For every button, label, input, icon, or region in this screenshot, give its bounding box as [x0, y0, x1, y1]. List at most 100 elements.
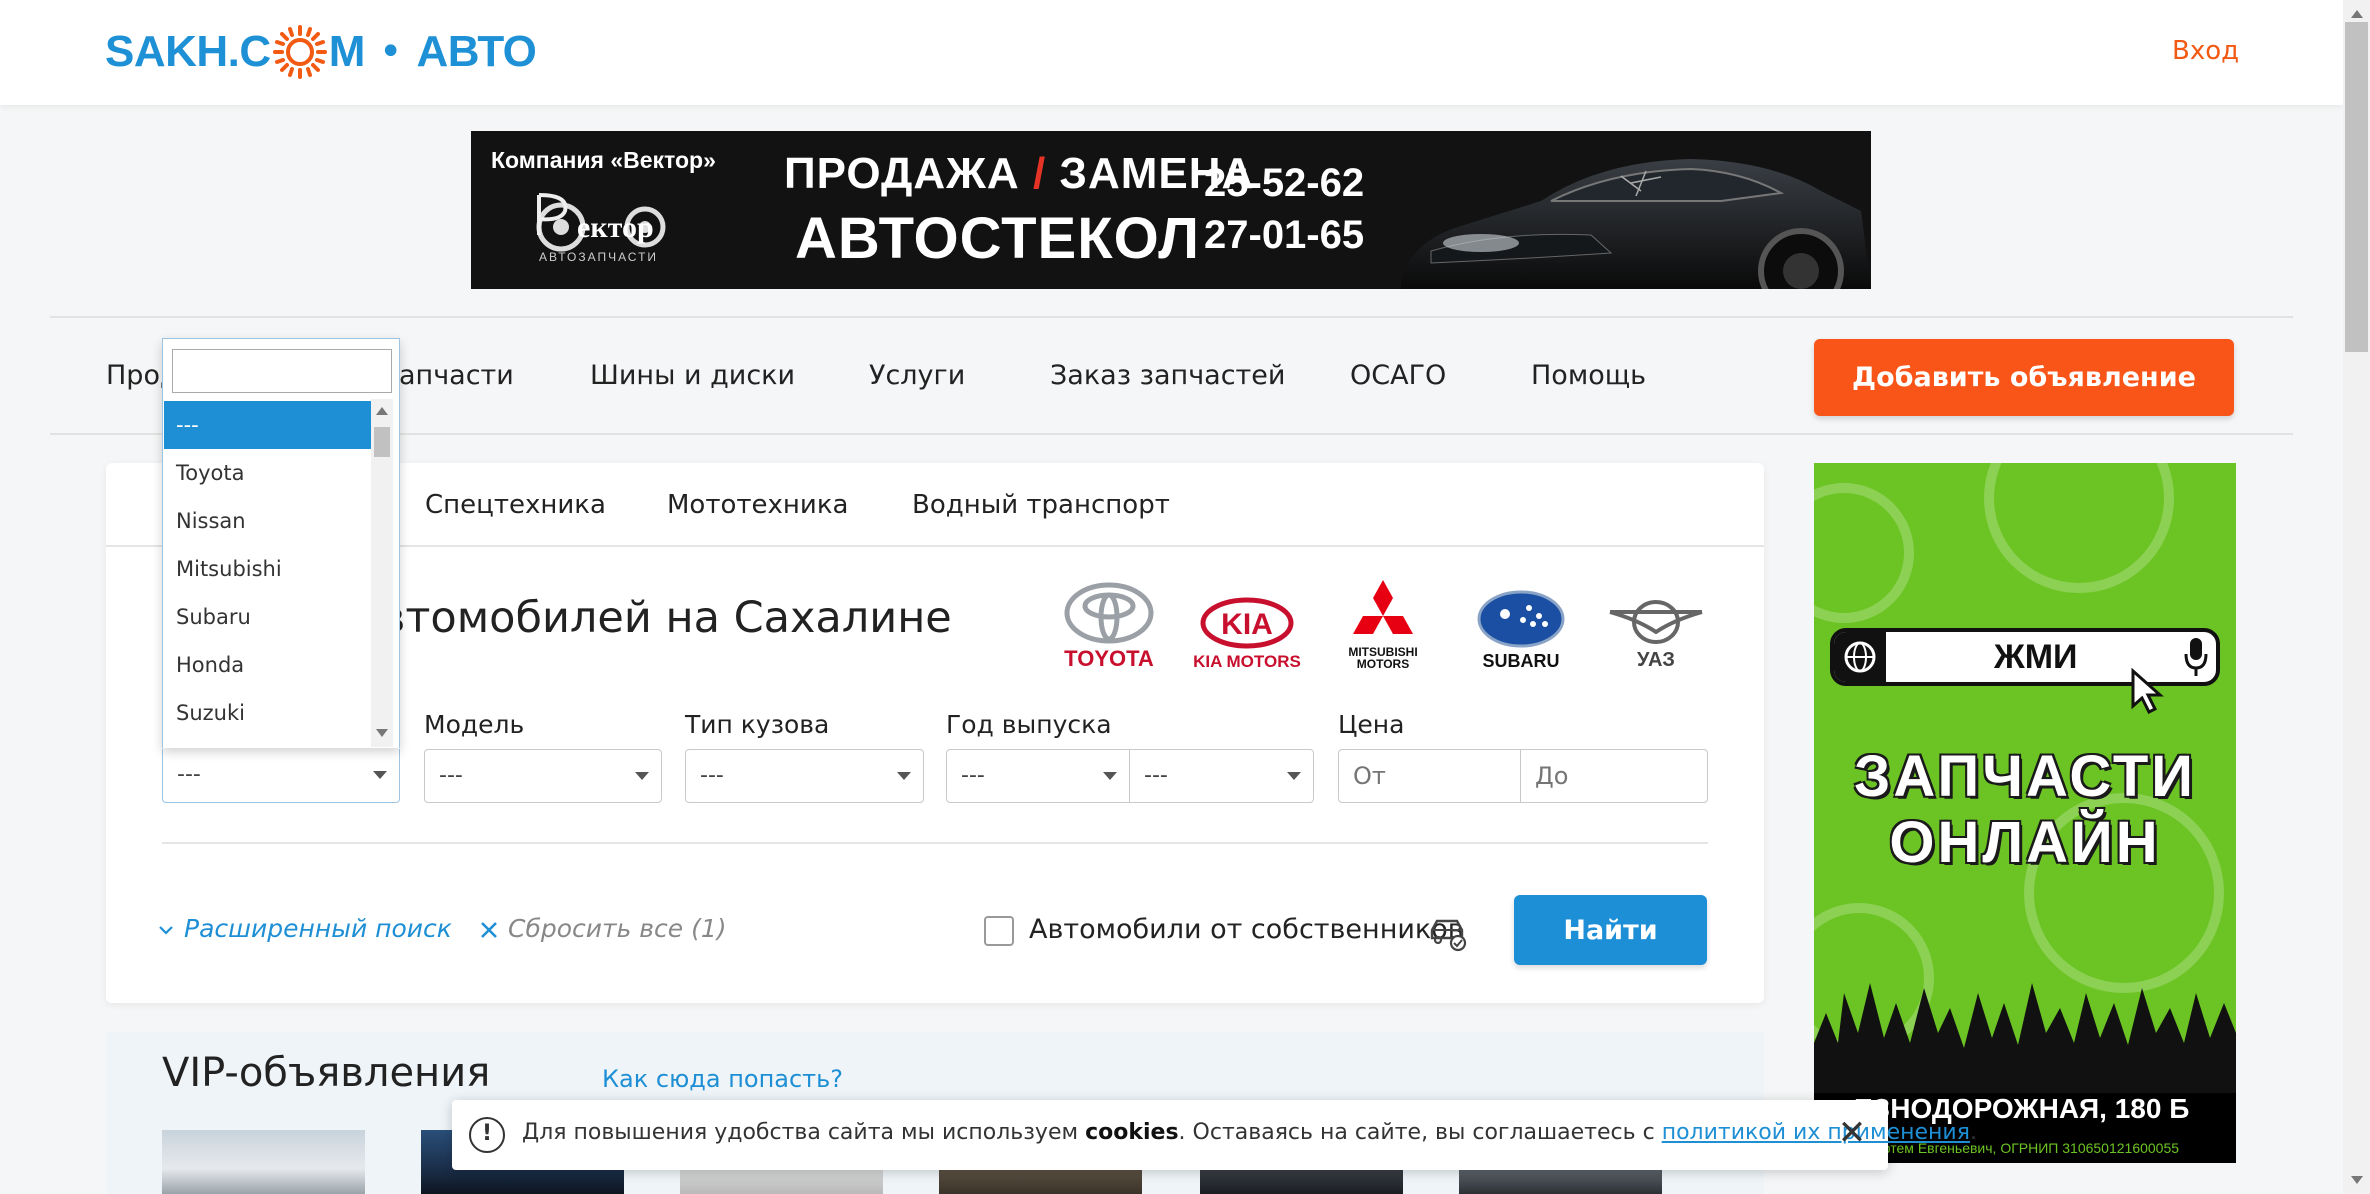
make-option[interactable]: Subaru — [164, 593, 371, 641]
mitsubishi-logo-icon — [1353, 580, 1413, 634]
year-from-value: --- — [961, 763, 985, 788]
microphone-icon — [2184, 638, 2208, 676]
make-dropdown-search-input[interactable] — [172, 349, 392, 393]
banner-phone-1: 25-52-62 — [1204, 161, 1365, 205]
vip-how-to-link[interactable]: Как сюда попасть? — [602, 1065, 843, 1093]
logo-text-avto: АВТО — [416, 27, 537, 76]
side-banner-ad[interactable]: ЖМИ ЗАПЧАСТИ ОНЛАЙН ЕЗНОДОРОЖНАЯ, 180 Б … — [1814, 463, 2236, 1163]
ad-line-parts: ЗАПЧАСТИ — [1854, 744, 2196, 809]
brand-uaz-name: УАЗ — [1637, 649, 1675, 671]
brand-mitsubishi[interactable]: MITSUBISHI MOTORS — [1328, 575, 1438, 670]
reset-all-link[interactable]: Сбросить все (1) — [480, 914, 727, 943]
banner-phone-2: 27-01-65 — [1204, 213, 1365, 257]
uaz-logo-icon — [1609, 600, 1703, 644]
login-link[interactable]: Вход — [2172, 36, 2239, 66]
ad-search-text: ЖМИ — [1994, 638, 2078, 676]
brand-toyota[interactable]: TOYOTA — [1054, 575, 1164, 670]
nav-item-help[interactable]: Помощь — [1531, 360, 1646, 391]
sun-logo-icon — [272, 25, 327, 79]
make-option[interactable]: Honda — [164, 641, 371, 689]
banner-sale: ПРОДАЖА — [784, 149, 1020, 198]
model-select[interactable]: --- — [424, 749, 662, 803]
brand-kia[interactable]: KIA KIA MOTORS — [1192, 575, 1302, 670]
year-to-select[interactable]: --- — [1129, 749, 1314, 803]
body-type-select[interactable]: --- — [685, 749, 924, 803]
cookie-bold: cookies — [1085, 1120, 1179, 1145]
scroll-down-arrow-icon[interactable] — [2351, 1176, 2363, 1184]
find-button[interactable]: Найти — [1514, 895, 1707, 965]
top-banner-ad[interactable]: Компания «Вектор» ектор АВТОЗАПЧАСТИ ПРО… — [471, 131, 1871, 289]
close-icon — [481, 922, 497, 938]
car-owner-icon — [1430, 919, 1467, 952]
make-option[interactable]: Nissan — [164, 497, 371, 545]
close-icon[interactable]: ✕ — [1836, 1116, 1868, 1150]
chevron-down-icon — [373, 771, 387, 779]
nav-item-parts[interactable]: апчасти — [399, 360, 514, 391]
make-option[interactable]: Toyota — [164, 449, 371, 497]
chevron-down-icon — [1287, 772, 1301, 780]
brand-kia-name: KIA MOTORS — [1193, 652, 1301, 671]
dropdown-scrollbar-thumb[interactable] — [374, 427, 390, 457]
advanced-search-label: Расширенный поиск — [184, 914, 452, 943]
owners-only-label[interactable]: Автомобили от собственников — [1029, 914, 1464, 945]
cookie-text-before: Для повышения удобства сайта мы использу… — [522, 1120, 1086, 1145]
brand-subaru-name: SUBARU — [1482, 651, 1560, 671]
scroll-up-arrow-icon[interactable] — [376, 407, 388, 415]
site-logo[interactable]: SAKH.C M • АВТО — [105, 14, 537, 90]
subaru-logo-icon — [1477, 590, 1565, 648]
globe-icon — [1834, 632, 1886, 682]
toyota-logo-icon — [1064, 582, 1154, 644]
vip-title: VIP-объявления — [162, 1050, 491, 1096]
body-type-label: Тип кузова — [685, 710, 830, 739]
chevron-down-icon — [635, 772, 649, 780]
year-to-value: --- — [1144, 763, 1168, 788]
svg-text:KIA: KIA — [1221, 608, 1273, 641]
cookie-text-after: . Оставаясь на сайте, вы соглашаетесь с — [1178, 1120, 1662, 1145]
scrollbar-thumb[interactable] — [2345, 22, 2368, 352]
logo-dot: • — [378, 29, 403, 75]
dropdown-scrollbar[interactable] — [371, 399, 393, 747]
info-icon: ! — [469, 1117, 505, 1153]
price-from-input[interactable] — [1338, 749, 1522, 803]
make-option[interactable]: Mitsubishi — [164, 545, 371, 593]
brand-subaru[interactable]: SUBARU — [1466, 575, 1576, 670]
brand-toyota-name: TOYOTA — [1064, 646, 1154, 671]
add-listing-button[interactable]: Добавить объявление — [1814, 339, 2234, 416]
tab-motorcycles[interactable]: Мототехника — [667, 490, 848, 520]
vip-thumb-1[interactable] — [162, 1130, 365, 1194]
search-heading: втомобилей на Сахалине — [380, 593, 952, 643]
make-option[interactable]: --- — [164, 401, 371, 449]
owners-only-checkbox[interactable] — [984, 916, 1014, 946]
model-select-value: --- — [439, 763, 463, 788]
nav-item-tires[interactable]: Шины и диски — [590, 360, 795, 391]
reset-all-label: Сбросить все (1) — [508, 914, 727, 943]
brand-mitsubishi-name: MITSUBISHI MOTORS — [1348, 645, 1418, 671]
price-to-input[interactable] — [1520, 749, 1708, 803]
car-image — [1401, 159, 1871, 289]
banner-logo-text: ектор — [577, 211, 654, 244]
cookie-notice: ! Для повышения удобства сайта мы исполь… — [452, 1100, 1977, 1170]
vector-logo-icon: ектор АВТОЗАПЧАСТИ — [536, 193, 666, 264]
gear-decoration — [1984, 463, 2174, 593]
model-label: Модель — [424, 710, 525, 739]
gear-decoration — [1814, 483, 1914, 623]
nav-item-order-parts[interactable]: Заказ запчастей — [1050, 360, 1285, 391]
nav-item-services[interactable]: Услуги — [869, 360, 965, 391]
scroll-down-arrow-icon[interactable] — [376, 729, 388, 737]
cookie-policy-link[interactable]: политикой их применения — [1662, 1120, 1970, 1145]
make-select[interactable]: --- — [162, 749, 400, 803]
scroll-up-arrow-icon[interactable] — [2351, 10, 2363, 18]
tab-special-machinery[interactable]: Спецтехника — [425, 490, 606, 520]
brand-uaz[interactable]: УАЗ — [1601, 575, 1711, 670]
body-type-select-value: --- — [700, 763, 724, 788]
nav-item-osago[interactable]: ОСАГО — [1350, 360, 1446, 391]
nav-divider-top — [50, 316, 2293, 318]
tab-water-transport[interactable]: Водный транспорт — [912, 490, 1170, 520]
year-from-select[interactable]: --- — [946, 749, 1130, 803]
cursor-icon — [2131, 668, 2164, 714]
chevron-down-icon — [159, 926, 173, 935]
banner-logo-sub: АВТОЗАПЧАСТИ — [539, 250, 658, 264]
kia-logo-icon: KIA — [1200, 597, 1294, 649]
advanced-search-link[interactable]: Расширенный поиск — [158, 914, 452, 943]
make-option[interactable]: Suzuki — [164, 689, 371, 734]
